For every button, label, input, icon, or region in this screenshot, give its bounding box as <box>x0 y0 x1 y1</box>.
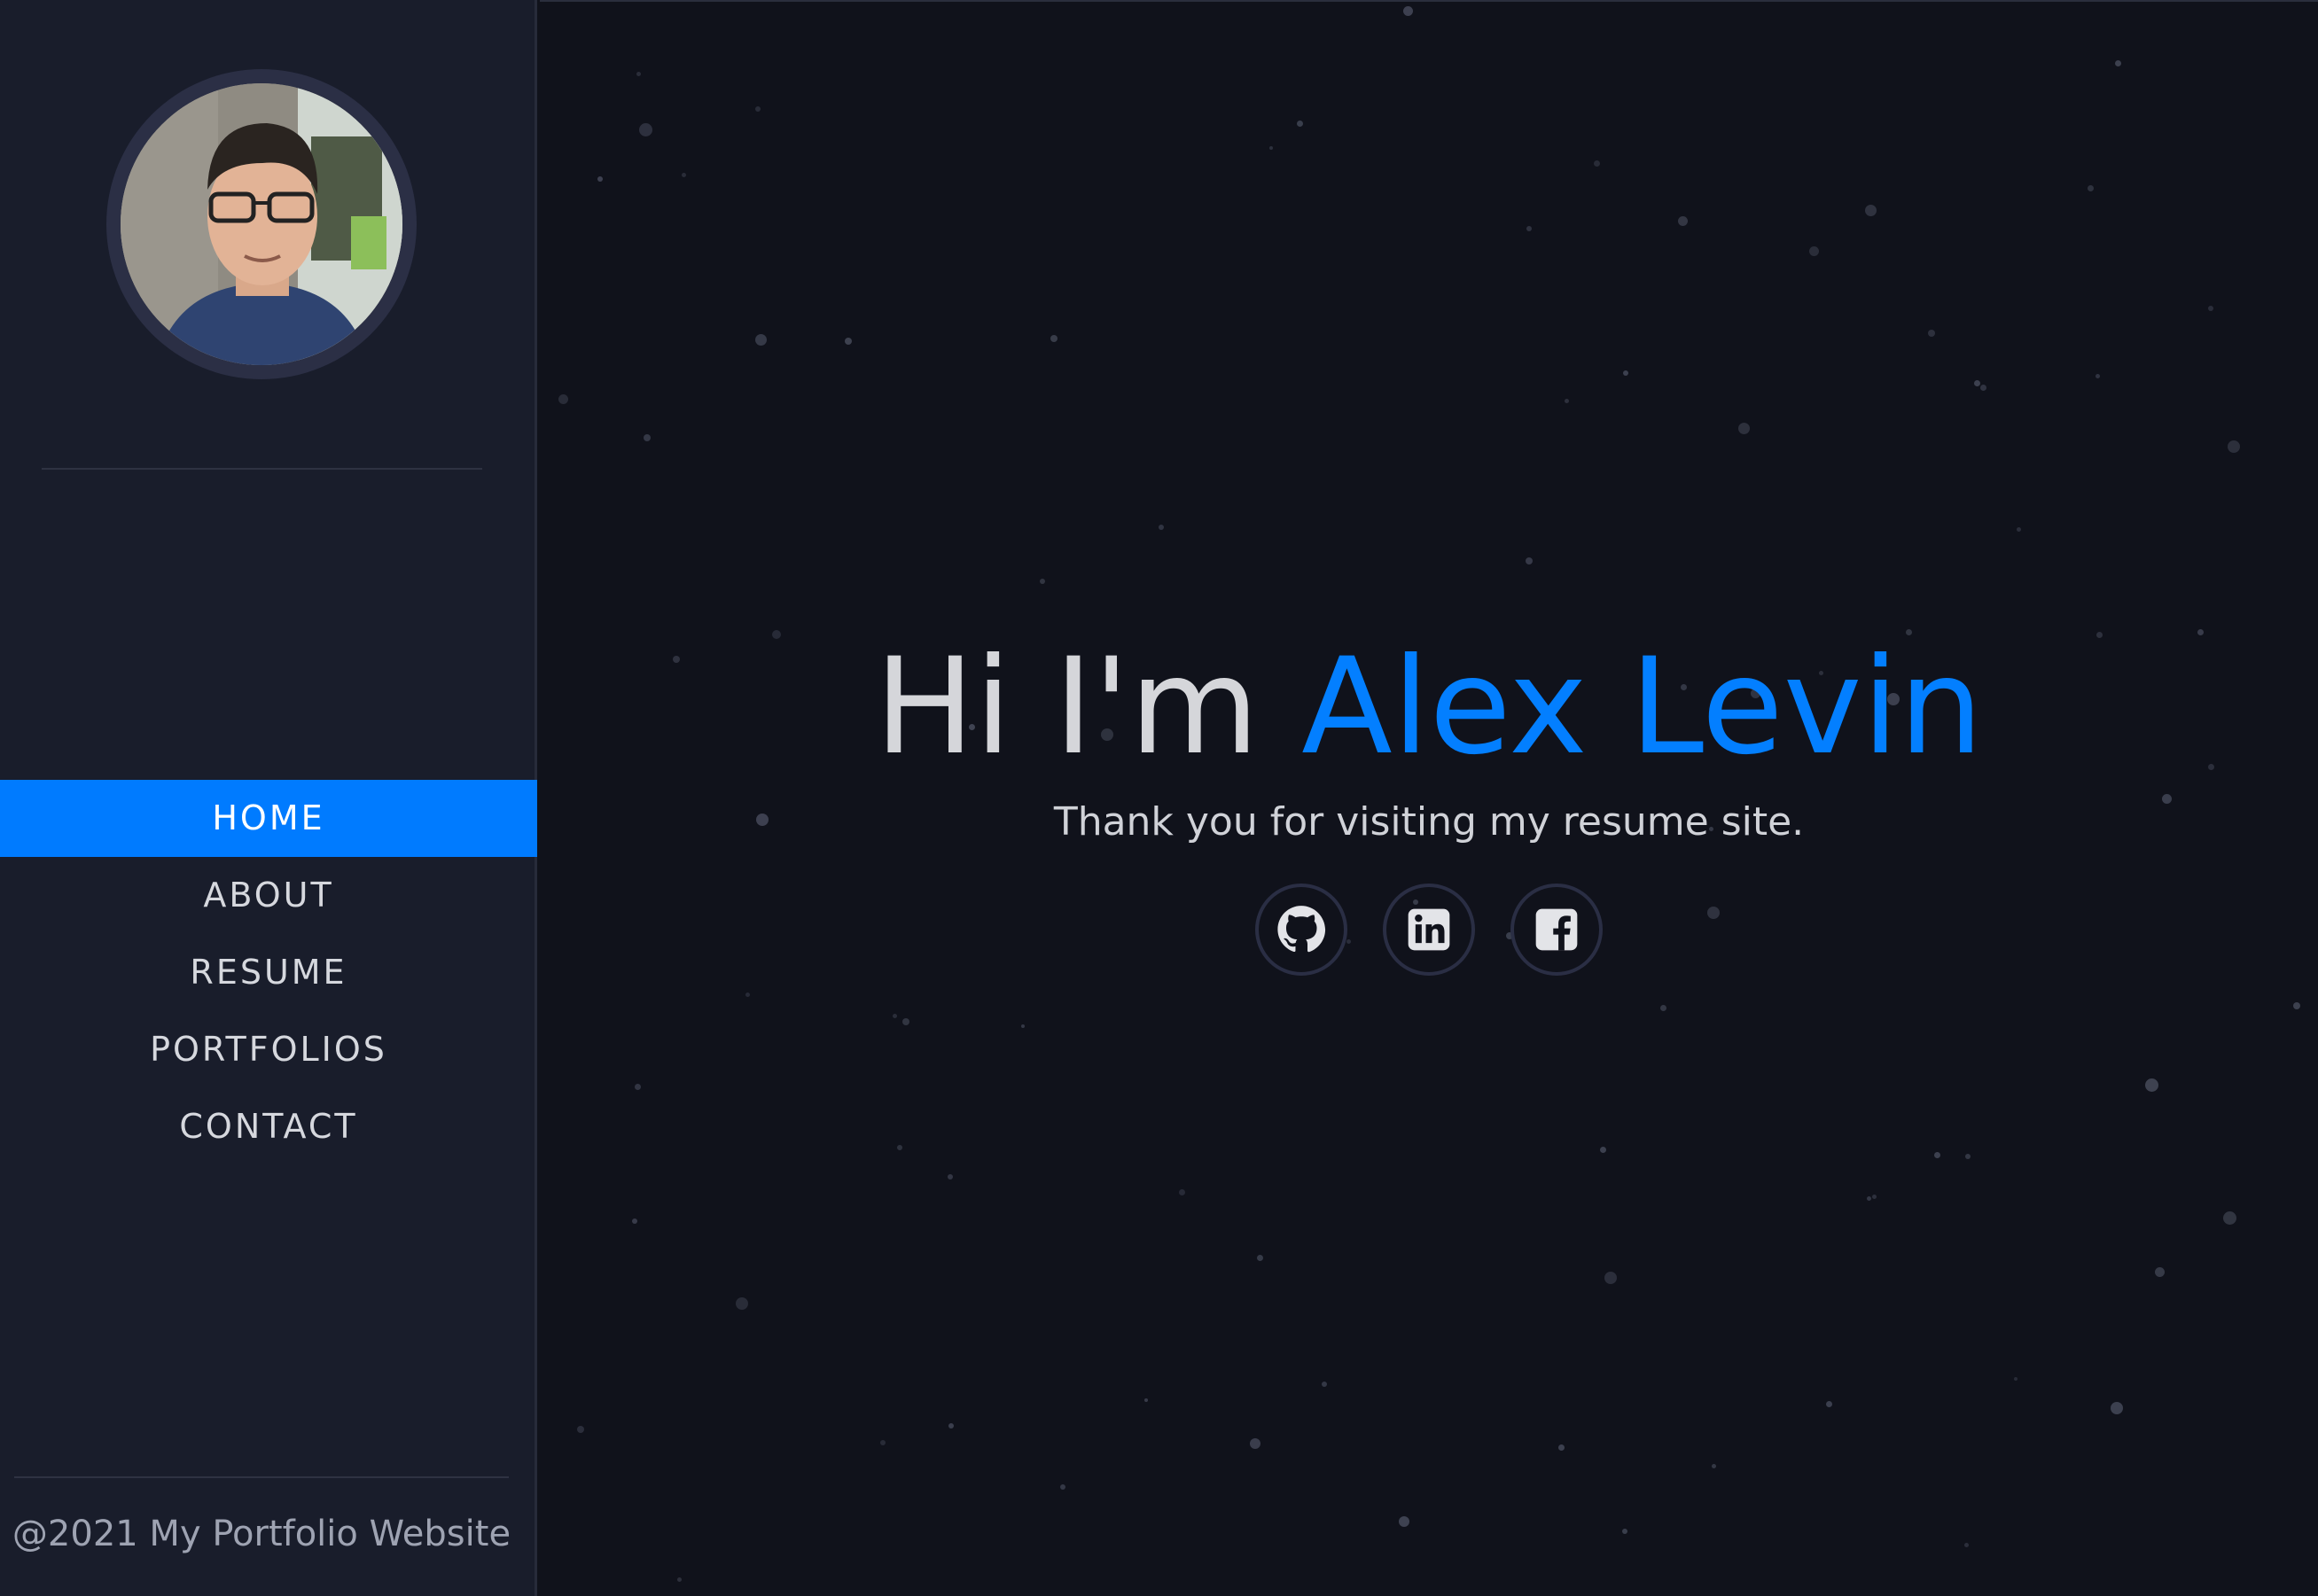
star-dot <box>948 1174 953 1179</box>
star-dot <box>902 1018 909 1025</box>
star-dot <box>1604 1272 1617 1284</box>
star-dot <box>632 1218 637 1224</box>
star-dot <box>677 1577 682 1582</box>
nav-item-contact[interactable]: CONTACT <box>0 1088 537 1165</box>
star-dot <box>577 1426 584 1433</box>
star-dot <box>1526 226 1532 231</box>
star-dot <box>1250 1438 1260 1449</box>
star-dot <box>2017 527 2021 532</box>
sidebar: HOME ABOUT RESUME PORTFOLIOS CONTACT @20… <box>0 0 537 1596</box>
star-dot <box>2115 60 2121 66</box>
star-dot <box>1060 1484 1065 1490</box>
facebook-link[interactable] <box>1510 884 1603 976</box>
star-dot <box>636 72 641 76</box>
star-dot <box>2014 1377 2018 1381</box>
star-dot <box>845 338 852 345</box>
github-link[interactable] <box>1255 884 1347 976</box>
star-dot <box>893 1014 897 1018</box>
star-dot <box>755 106 761 112</box>
star-dot <box>1322 1382 1327 1387</box>
hero-title: Hi I'm Alex Levin <box>540 627 2318 787</box>
github-icon <box>1277 906 1326 953</box>
nav-item-home[interactable]: HOME <box>0 780 537 857</box>
star-dot <box>1928 330 1935 337</box>
sidebar-divider <box>42 468 482 470</box>
avatar-frame <box>106 69 417 379</box>
nav-item-resume[interactable]: RESUME <box>0 934 537 1011</box>
star-dot <box>2145 1078 2158 1092</box>
linkedin-icon <box>1408 908 1450 951</box>
star-dot <box>1622 1529 1627 1534</box>
star-dot <box>1867 1196 1871 1201</box>
star-dot <box>1021 1024 1025 1028</box>
star-dot <box>1159 525 1164 530</box>
star-dot <box>1565 399 1569 403</box>
hero-greeting: Hi I'm <box>874 630 1260 784</box>
star-dot <box>2111 1402 2123 1414</box>
star-dot <box>1826 1401 1832 1407</box>
star-dot <box>745 993 750 997</box>
star-dot <box>1980 385 1986 391</box>
star-dot <box>1297 121 1303 127</box>
main-nav: HOME ABOUT RESUME PORTFOLIOS CONTACT <box>0 780 537 1165</box>
hero-subtitle: Thank you for visiting my resume site. <box>1053 799 1805 845</box>
star-dot <box>1600 1147 1606 1153</box>
avatar <box>121 83 402 365</box>
star-dot <box>1257 1255 1263 1261</box>
star-dot <box>1738 423 1750 434</box>
star-dot <box>558 394 568 404</box>
star-dot <box>1040 579 1045 584</box>
star-dot <box>1809 246 1819 256</box>
star-dot <box>1865 205 1877 216</box>
footer-copyright: @2021 My Portfolio Website <box>12 1514 511 1554</box>
star-dot <box>1399 1516 1409 1527</box>
star-dot <box>880 1440 886 1445</box>
star-dot <box>1934 1152 1940 1158</box>
nav-item-portfolios[interactable]: PORTFOLIOS <box>0 1011 537 1088</box>
star-dot <box>1678 216 1688 226</box>
star-dot <box>2155 1267 2165 1277</box>
page: HOME ABOUT RESUME PORTFOLIOS CONTACT @20… <box>0 0 2318 1596</box>
star-dot <box>635 1084 641 1090</box>
star-dot <box>1144 1398 1148 1402</box>
star-dot <box>2293 1002 2300 1009</box>
star-dot <box>597 176 603 182</box>
star-dot <box>2096 374 2100 378</box>
star-dot <box>897 1145 902 1150</box>
footer-divider <box>14 1476 509 1478</box>
star-dot <box>1403 6 1413 16</box>
star-dot <box>2228 440 2240 453</box>
avatar-image <box>121 83 402 365</box>
star-dot <box>1974 380 1980 386</box>
star-dot <box>1594 160 1600 167</box>
star-dot <box>1179 1189 1185 1195</box>
main-content: Hi I'm Alex Levin Thank you for visiting… <box>540 0 2318 1596</box>
star-dot <box>1526 557 1533 564</box>
star-dot <box>1558 1444 1565 1451</box>
star-dot <box>948 1423 954 1429</box>
star-dot <box>1712 1464 1716 1468</box>
star-dot <box>1965 1154 1971 1159</box>
star-dot <box>2223 1211 2236 1225</box>
star-dot <box>639 123 652 136</box>
facebook-icon <box>1535 908 1578 951</box>
star-dot <box>1660 1005 1666 1011</box>
hero-name: Alex Levin <box>1301 630 1984 784</box>
star-dot <box>1623 370 1628 376</box>
hero: Hi I'm Alex Levin Thank you for visiting… <box>540 627 2318 976</box>
star-dot <box>755 334 767 346</box>
star-dot <box>2208 306 2213 311</box>
star-dot <box>682 173 686 177</box>
star-dot <box>2088 185 2094 191</box>
star-dot <box>644 434 651 441</box>
linkedin-link[interactable] <box>1383 884 1475 976</box>
star-dot <box>736 1297 748 1310</box>
nav-item-about[interactable]: ABOUT <box>0 857 537 934</box>
star-dot <box>1269 146 1273 150</box>
social-links <box>540 884 2318 976</box>
star-dot <box>1872 1195 1877 1199</box>
star-dot <box>1964 1543 1969 1547</box>
star-dot <box>1050 335 1058 342</box>
